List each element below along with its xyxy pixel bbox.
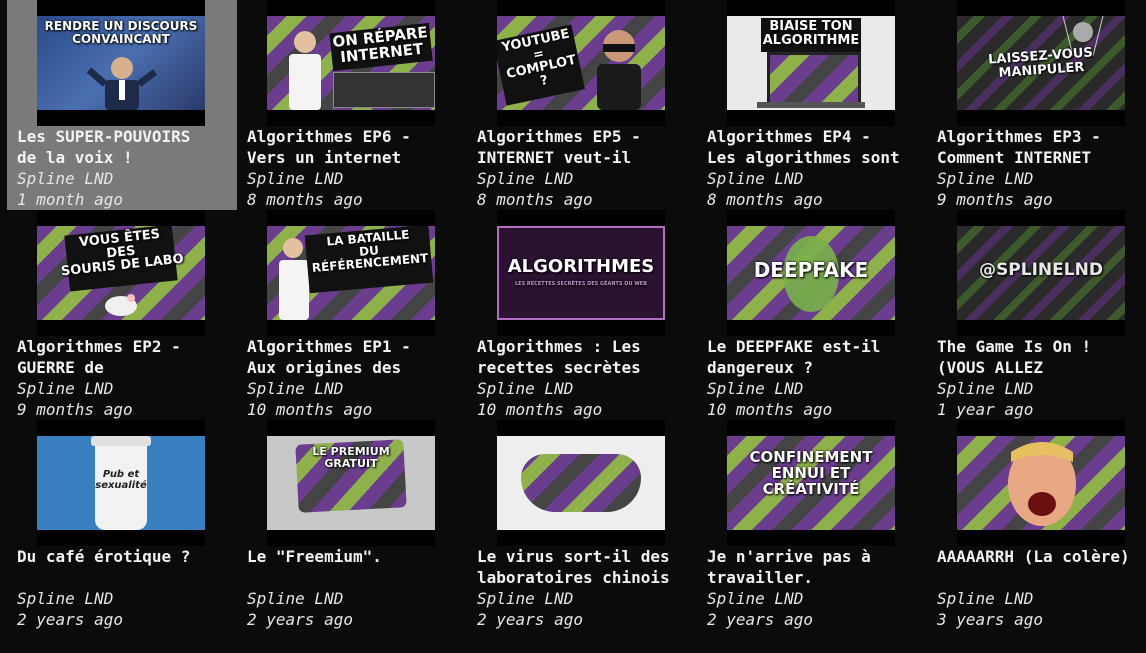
video-age: 3 years ago xyxy=(937,610,1043,629)
angry-face-icon xyxy=(1008,442,1076,526)
video-card[interactable]: VOUS ÊTES DES SOURIS DE LABO Algorithmes… xyxy=(7,210,237,420)
device-board xyxy=(333,72,435,108)
video-thumbnail[interactable]: ALGORITHMES LES RECETTES SECRÈTES DES GÉ… xyxy=(497,210,665,336)
thumbnail-caption: DEEPFAKE xyxy=(753,258,869,282)
video-card[interactable]: YOUTUBE = COMPLOT ? Algorithmes EP5 - IN… xyxy=(467,0,697,210)
video-age: 2 years ago xyxy=(707,610,813,629)
video-title[interactable]: Algorithmes EP2 - GUERRE de xyxy=(17,336,232,378)
thumbnail-caption: CONFINEMENT ENNUI ET CRÉATIVITÉ xyxy=(749,448,873,498)
video-title[interactable]: Le "Freemium". xyxy=(247,546,462,588)
video-thumbnail[interactable] xyxy=(497,420,665,546)
video-age: 10 months ago xyxy=(477,400,603,419)
laptop-base xyxy=(757,102,865,108)
video-age: 8 months ago xyxy=(477,190,593,209)
video-thumbnail[interactable]: LAISSEZ-VOUS MANIPULER xyxy=(957,0,1125,126)
video-title[interactable]: Algorithmes EP1 - Aux origines des xyxy=(247,336,462,378)
cup-lid xyxy=(91,436,151,446)
video-grid: RENDRE UN DISCOURS CONVAINCANT Les SUPER… xyxy=(0,0,1146,653)
video-card[interactable]: LAISSEZ-VOUS MANIPULER Algorithmes EP3 -… xyxy=(927,0,1146,210)
video-card[interactable]: @SPLINELND The Game Is On ! (VOUS ALLEZ … xyxy=(927,210,1146,420)
video-author[interactable]: Spline LND xyxy=(17,168,113,189)
video-thumbnail[interactable]: RENDRE UN DISCOURS CONVAINCANT xyxy=(37,0,205,126)
lab-mouse-icon xyxy=(105,294,137,316)
video-title[interactable]: Algorithmes : Les recettes secrètes xyxy=(477,336,692,378)
video-author[interactable]: Spline LND xyxy=(937,168,1033,189)
video-author[interactable]: Spline LND xyxy=(707,378,803,399)
thumbnail-caption: LAISSEZ-VOUS MANIPULER xyxy=(987,45,1094,81)
face-mask-icon xyxy=(521,454,641,512)
video-title[interactable]: Algorithmes EP6 - Vers un internet xyxy=(247,126,462,168)
video-thumbnail[interactable]: Pub et sexualité xyxy=(37,420,205,546)
video-card[interactable]: Le virus sort-il des laboratoires chinoi… xyxy=(467,420,697,630)
video-thumbnail[interactable]: BIAISE TON ALGORITHME xyxy=(727,0,895,126)
video-thumbnail[interactable]: YOUTUBE = COMPLOT ? xyxy=(497,0,665,126)
video-thumbnail[interactable]: LA BATAILLE DU RÉFÉRENCEMENT xyxy=(267,210,435,336)
thumbnail-caption: Pub et sexualité xyxy=(95,469,147,491)
thumbnail-caption: ALGORITHMES xyxy=(507,256,655,277)
video-age: 9 months ago xyxy=(937,190,1053,209)
video-author[interactable]: Spline LND xyxy=(477,588,573,609)
video-title[interactable]: Algorithmes EP3 - Comment INTERNET xyxy=(937,126,1146,168)
video-card[interactable]: RENDRE UN DISCOURS CONVAINCANT Les SUPER… xyxy=(7,0,237,210)
thumbnail-caption: BIAISE TON ALGORITHME xyxy=(762,19,860,48)
logo-icon: @SPLINELND xyxy=(957,226,1125,320)
title-card-icon: ALGORITHMES LES RECETTES SECRÈTES DES GÉ… xyxy=(497,226,665,320)
video-thumbnail[interactable]: CONFINEMENT ENNUI ET CRÉATIVITÉ xyxy=(727,420,895,546)
video-author[interactable]: Spline LND xyxy=(937,588,1033,609)
video-title[interactable]: Le virus sort-il des laboratoires chinoi… xyxy=(477,546,692,588)
video-card[interactable]: BIAISE TON ALGORITHME Algorithmes EP4 - … xyxy=(697,0,927,210)
video-age: 1 month ago xyxy=(17,190,123,209)
video-card[interactable]: AAAAARRH (La colère) Spline LND 3 years … xyxy=(927,420,1146,630)
masked-person-icon xyxy=(597,30,641,110)
video-title[interactable]: Algorithmes EP4 - Les algorithmes sont xyxy=(707,126,922,168)
video-age: 2 years ago xyxy=(477,610,583,629)
video-card[interactable]: DEEPFAKE Le DEEPFAKE est-il dangereux ? … xyxy=(697,210,927,420)
video-title[interactable]: Le DEEPFAKE est-il dangereux ? xyxy=(707,336,922,378)
video-author[interactable]: Spline LND xyxy=(17,378,113,399)
video-author[interactable]: Spline LND xyxy=(247,588,343,609)
video-author[interactable]: Spline LND xyxy=(937,378,1033,399)
video-thumbnail[interactable]: VOUS ÊTES DES SOURIS DE LABO xyxy=(37,210,205,336)
video-card[interactable]: ALGORITHMES LES RECETTES SECRÈTES DES GÉ… xyxy=(467,210,697,420)
laptop-icon xyxy=(767,52,861,106)
video-card[interactable]: LE PREMIUM GRATUIT Le "Freemium". Spline… xyxy=(237,420,467,630)
speaker-person-icon xyxy=(87,57,157,110)
thumbnail-caption: @SPLINELND xyxy=(979,260,1103,280)
thumbnail-caption: LE PREMIUM GRATUIT xyxy=(312,445,390,470)
video-title[interactable]: The Game Is On ! (VOUS ALLEZ xyxy=(937,336,1146,378)
video-thumbnail[interactable]: @SPLINELND xyxy=(957,210,1125,336)
video-card[interactable]: ON RÉPARE INTERNET Algorithmes EP6 - Ver… xyxy=(237,0,467,210)
video-age: 10 months ago xyxy=(707,400,833,419)
video-title[interactable]: Je n'arrive pas à travailler. xyxy=(707,546,922,588)
video-thumbnail[interactable]: ON RÉPARE INTERNET xyxy=(267,0,435,126)
video-title[interactable]: Du café érotique ? xyxy=(17,546,232,588)
video-author[interactable]: Spline LND xyxy=(477,378,573,399)
video-age: 8 months ago xyxy=(247,190,363,209)
video-age: 1 year ago xyxy=(937,400,1034,419)
video-age: 10 months ago xyxy=(247,400,373,419)
video-title[interactable]: Algorithmes EP5 - INTERNET veut-il xyxy=(477,126,692,168)
video-card[interactable]: Pub et sexualité Du café érotique ? Spli… xyxy=(7,420,237,630)
video-card[interactable]: LA BATAILLE DU RÉFÉRENCEMENT Algorithmes… xyxy=(237,210,467,420)
video-age: 9 months ago xyxy=(17,400,133,419)
video-thumbnail[interactable]: DEEPFAKE xyxy=(727,210,895,336)
repair-person-icon xyxy=(289,31,321,110)
video-thumbnail[interactable] xyxy=(957,420,1125,546)
video-author[interactable]: Spline LND xyxy=(707,168,803,189)
video-author[interactable]: Spline LND xyxy=(477,168,573,189)
video-title[interactable]: AAAAARRH (La colère) xyxy=(937,546,1146,588)
title-card-icon: CONFINEMENT ENNUI ET CRÉATIVITÉ xyxy=(727,436,895,530)
video-author[interactable]: Spline LND xyxy=(707,588,803,609)
video-age: 2 years ago xyxy=(247,610,353,629)
video-age: 8 months ago xyxy=(707,190,823,209)
video-thumbnail[interactable]: LE PREMIUM GRATUIT xyxy=(267,420,435,546)
video-title[interactable]: Les SUPER-POUVOIRS de la voix ! xyxy=(17,126,232,168)
video-card[interactable]: CONFINEMENT ENNUI ET CRÉATIVITÉ Je n'arr… xyxy=(697,420,927,630)
thumbnail-subcaption: LES RECETTES SECRÈTES DES GÉANTS DU WEB xyxy=(514,281,648,287)
video-author[interactable]: Spline LND xyxy=(17,588,113,609)
video-author[interactable]: Spline LND xyxy=(247,378,343,399)
video-age: 2 years ago xyxy=(17,610,123,629)
video-author[interactable]: Spline LND xyxy=(247,168,343,189)
thumbnail-caption: RENDRE UN DISCOURS CONVAINCANT xyxy=(44,19,198,46)
